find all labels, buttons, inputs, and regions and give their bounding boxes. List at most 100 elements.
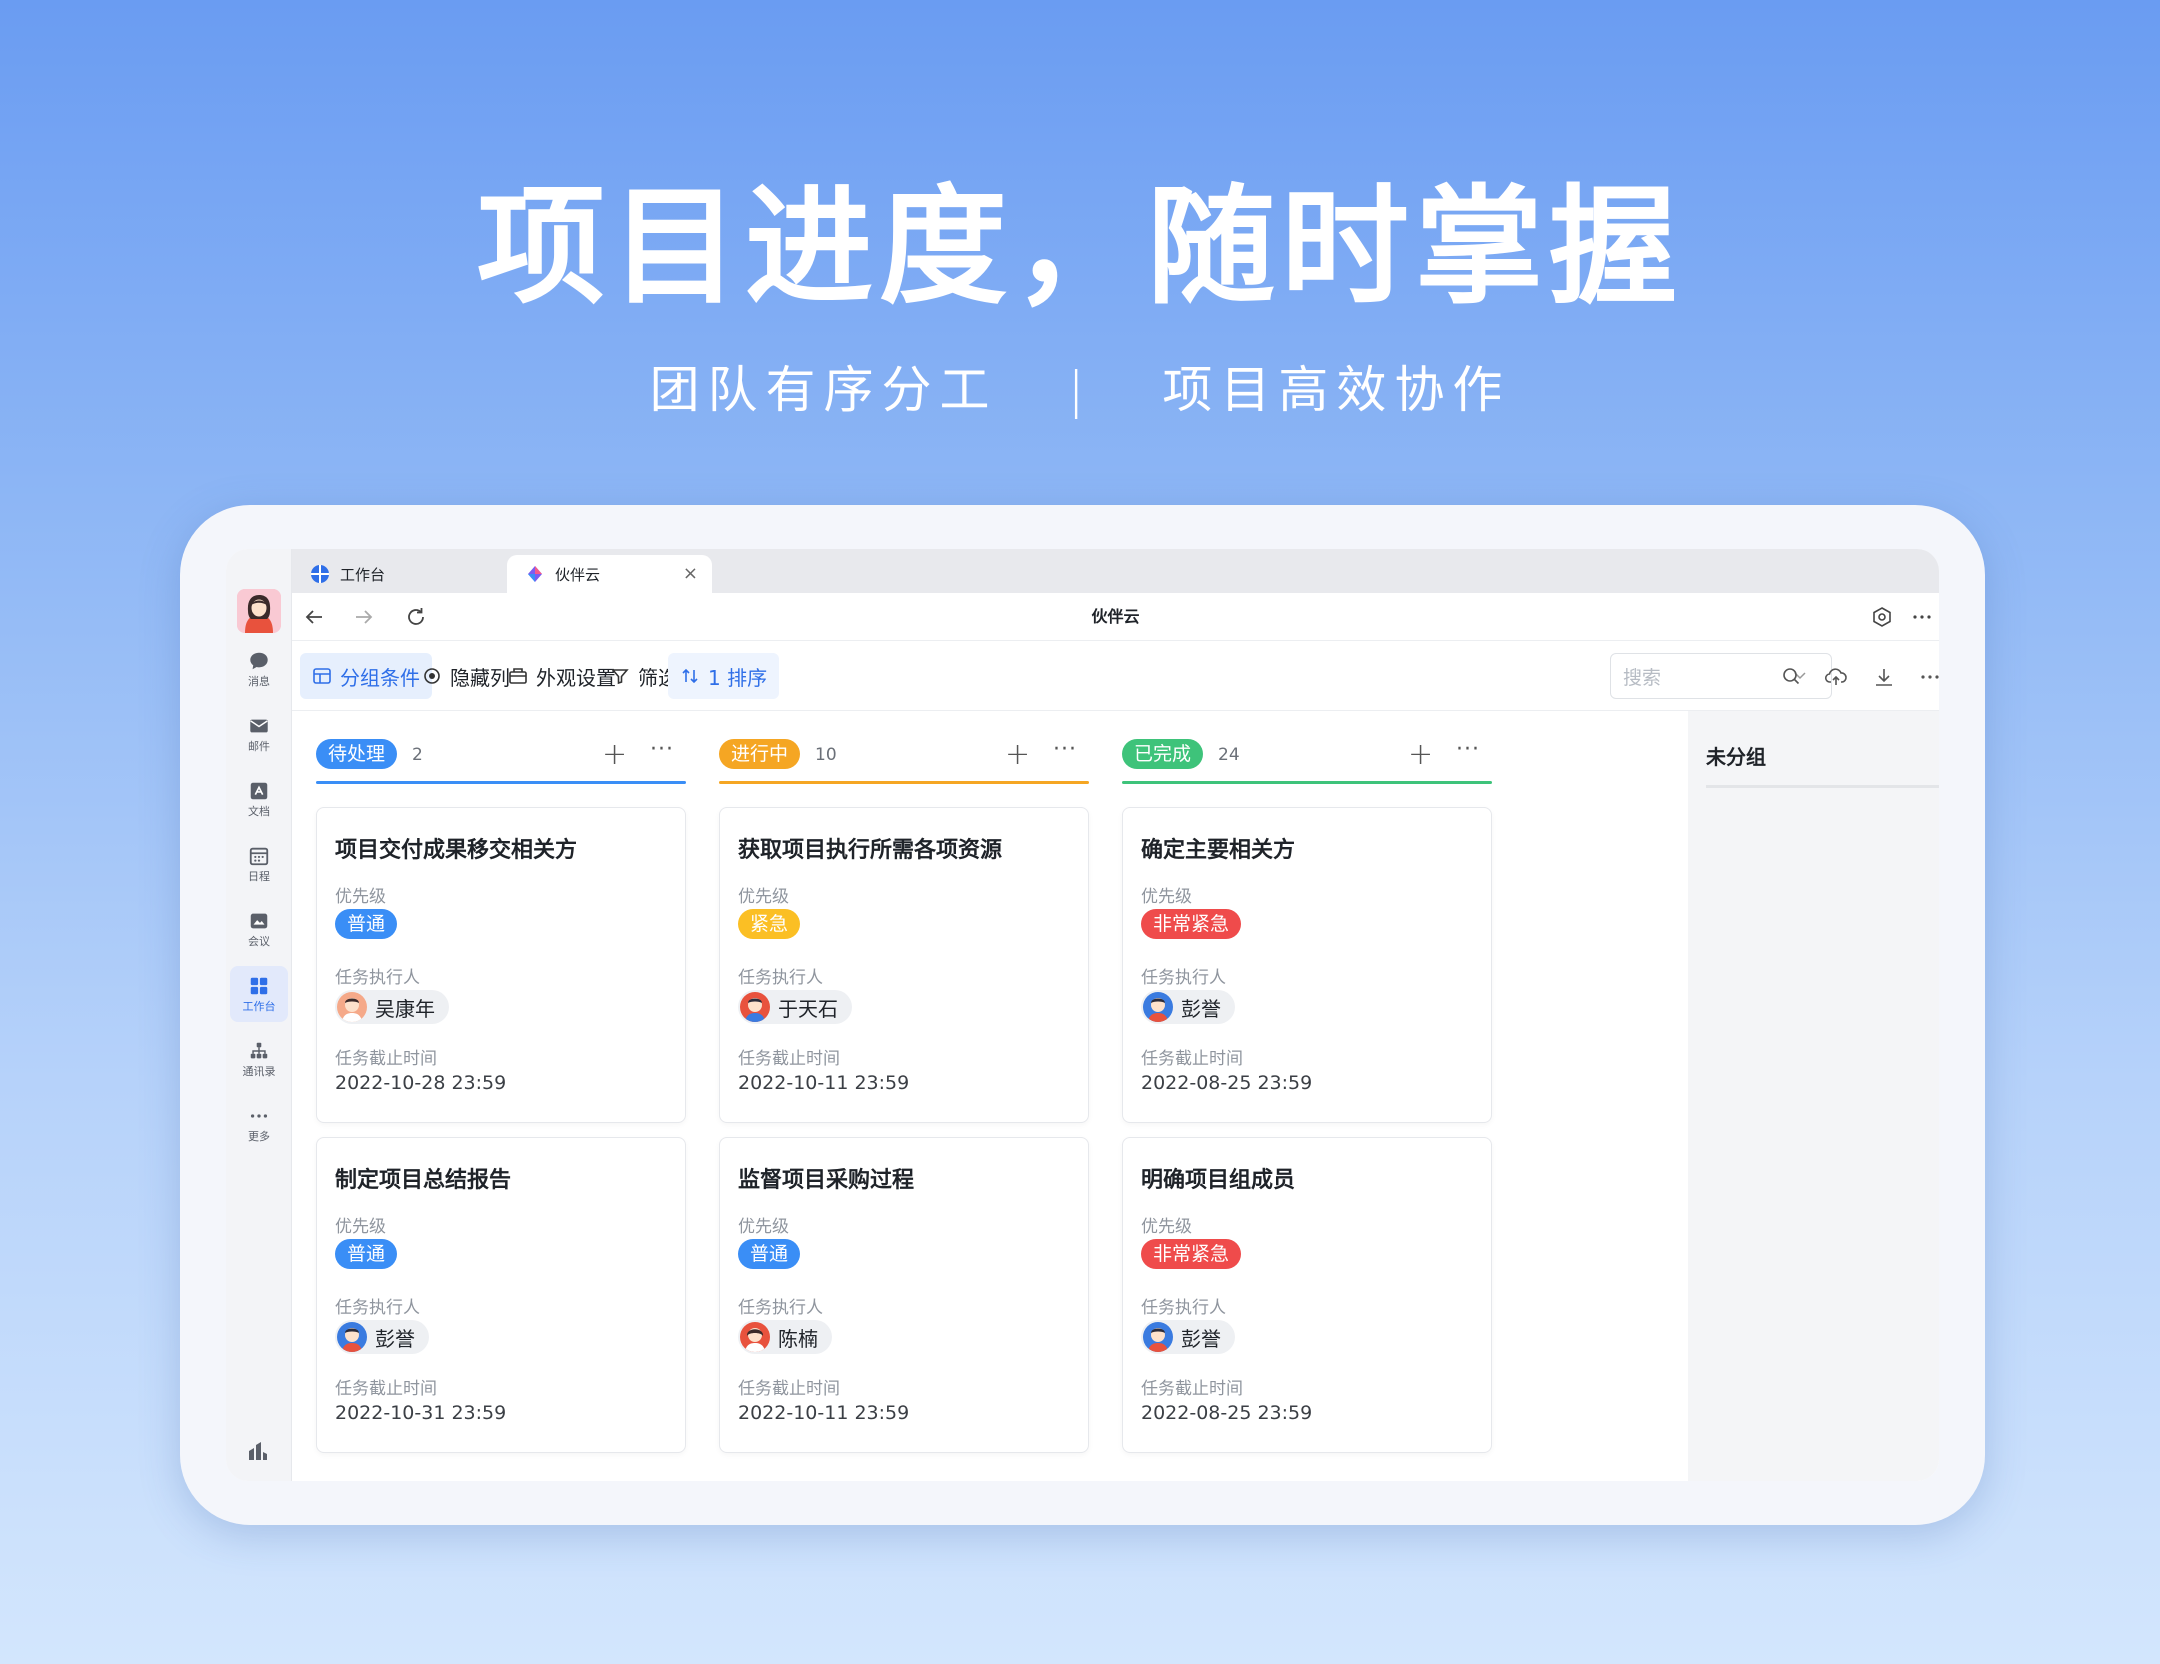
view-toolbar: 分组条件 隐藏列 外观设置 筛选 1 排序 搜索 [292,641,1939,711]
assignee-avatar [337,1322,367,1352]
card-title: 获取项目执行所需各项资源 [738,838,1003,863]
due-label: 任务截止时间 [335,1049,437,1069]
ungrouped-header: 未分组 [1706,745,1766,769]
priority-label: 优先级 [738,1217,789,1237]
task-card[interactable]: 监督项目采购过程 优先级 普通 任务执行人 陈楠 任务截止时间 2022-10-… [719,1137,1089,1453]
due-date: 2022-08-25 23:59 [1141,1402,1313,1424]
priority-badge: 普通 [335,1239,398,1269]
mail-icon [250,719,268,733]
due-date: 2022-08-25 23:59 [1141,1072,1313,1094]
due-label: 任务截止时间 [1141,1049,1243,1069]
column-count: 24 [1218,745,1240,765]
due-label: 任务截止时间 [738,1049,840,1069]
tab-close-icon[interactable]: × [683,563,698,584]
assignee-chip[interactable]: 彭誉 [1141,990,1235,1024]
refresh-icon[interactable] [404,605,428,629]
column-header: 待处理 2 + ··· [316,731,686,779]
rail-item-meeting[interactable]: 会议 [230,901,288,957]
task-card[interactable]: 明确项目组成员 优先级 非常紧急 任务执行人 彭誉 任务截止时间 2022-08… [1122,1137,1492,1453]
assignee-avatar [1143,1322,1173,1352]
column-underline [1706,785,1939,788]
product-logo-icon[interactable] [246,1439,270,1463]
assignee-label: 任务执行人 [335,968,420,988]
column-more-icon[interactable]: ··· [650,737,674,762]
column-more-icon[interactable]: ··· [1053,737,1077,762]
tab-workbench[interactable]: 工作台 [292,555,507,593]
assignee-avatar [740,992,770,1022]
rail-item-more[interactable]: 更多 [230,1096,288,1152]
add-card-button[interactable]: + [602,737,627,772]
assignee-label: 任务执行人 [738,1298,823,1318]
column-header: 进行中 10 + ··· [719,731,1089,779]
task-card[interactable]: 确定主要相关方 优先级 非常紧急 任务执行人 彭誉 任务截止时间 2022-08… [1122,807,1492,1123]
more-options-icon[interactable] [1910,605,1934,629]
hero-subtitle-left: 团队有序分工 [649,361,998,419]
assignee-chip[interactable]: 彭誉 [1141,1320,1235,1354]
priority-label: 优先级 [335,887,386,907]
user-avatar[interactable] [237,589,281,633]
task-card[interactable]: 获取项目执行所需各项资源 优先级 紧急 任务执行人 于天石 任务截止时间 202… [719,807,1089,1123]
toolbar-more-icon[interactable] [1918,665,1939,689]
card-title: 监督项目采购过程 [738,1168,915,1193]
card-title: 制定项目总结报告 [335,1168,512,1193]
upload-icon[interactable] [1824,665,1848,689]
rail-label: 邮件 [248,740,270,753]
browser-tab-strip: 工作台 伙伴云 × [292,549,1939,593]
eye-icon [424,668,440,684]
rail-item-docs[interactable]: 文档 [230,771,288,827]
column-header: 已完成 24 + ··· [1122,731,1492,779]
assignee-chip[interactable]: 于天石 [738,990,852,1024]
workbench-icon [250,977,268,995]
settings-hex-icon[interactable] [1870,605,1894,629]
due-date: 2022-10-31 23:59 [335,1402,507,1424]
rail-label: 工作台 [242,1000,276,1013]
rail-label: 日程 [248,870,270,883]
sort-label: 1 排序 [708,665,768,690]
rail-item-mail[interactable]: 邮件 [230,706,288,762]
status-tag: 进行中 [719,739,801,769]
due-date: 2022-10-28 23:59 [335,1072,507,1094]
add-card-button[interactable]: + [1005,737,1030,772]
status-tag: 已完成 [1122,739,1204,769]
rail-item-messages[interactable]: 消息 [230,641,288,697]
group-icon [313,668,331,684]
priority-badge: 非常紧急 [1141,909,1242,939]
assignee-name: 彭誉 [375,1326,415,1351]
column-more-icon[interactable]: ··· [1456,737,1480,762]
task-card[interactable]: 制定项目总结报告 优先级 普通 任务执行人 彭誉 任务截止时间 2022-10-… [316,1137,686,1453]
card-title: 项目交付成果移交相关方 [335,838,578,863]
download-icon[interactable] [1872,665,1896,689]
column-underline [719,781,1089,784]
rail-label: 通讯录 [242,1065,276,1078]
app-screen: 消息 邮件 文档 日程 会议 工作台 通讯录 更多 工作台 伙伴云 × 伙伴云 … [226,549,1939,1481]
rail-item-workbench[interactable]: 工作台 [230,966,288,1022]
tab-huobanyun[interactable]: 伙伴云 × [507,555,712,593]
rail-item-calendar[interactable]: 日程 [230,836,288,892]
forward-arrow-icon[interactable] [352,605,376,629]
address-bar: 伙伴云 [292,593,1939,641]
back-arrow-icon[interactable] [302,605,326,629]
rail-item-contacts[interactable]: 通讯录 [230,1031,288,1087]
rail-label: 文档 [248,805,270,818]
search-placeholder: 搜索 [1623,666,1662,689]
doc-icon [250,782,268,800]
tablet-frame: 消息 邮件 文档 日程 会议 工作台 通讯录 更多 工作台 伙伴云 × 伙伴云 … [180,505,1985,1525]
assignee-chip[interactable]: 陈楠 [738,1320,832,1354]
status-tag: 待处理 [316,739,398,769]
assignee-chip[interactable]: 彭誉 [335,1320,429,1354]
sort-button[interactable]: 1 排序 [668,653,780,699]
add-card-button[interactable]: + [1408,737,1433,772]
rail-label: 消息 [248,675,270,688]
more-icon [250,1114,268,1118]
search-icon[interactable] [1780,665,1802,687]
priority-badge: 普通 [335,909,398,939]
due-date: 2022-10-11 23:59 [738,1402,910,1424]
assignee-label: 任务执行人 [1141,1298,1226,1318]
meeting-icon [250,913,268,929]
due-date: 2022-10-11 23:59 [738,1072,910,1094]
assignee-chip[interactable]: 吴康年 [335,990,449,1024]
page-title: 伙伴云 [1091,607,1140,626]
task-card[interactable]: 项目交付成果移交相关方 优先级 普通 任务执行人 吴康年 任务截止时间 2022… [316,807,686,1123]
appearance-icon [509,668,527,684]
priority-label: 优先级 [335,1217,386,1237]
